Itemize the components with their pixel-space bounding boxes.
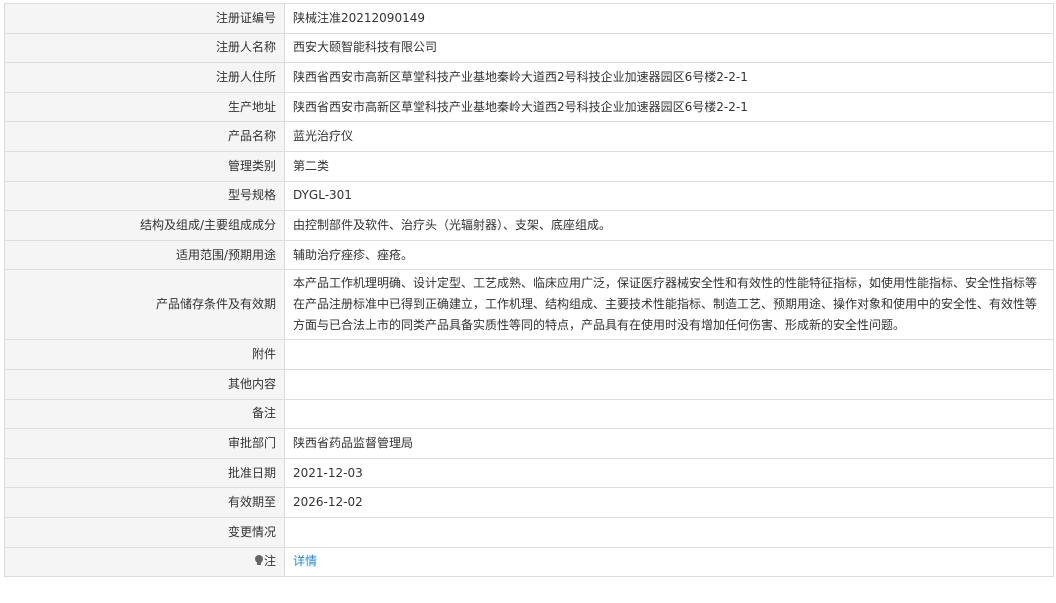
row-label: 注册人住所 xyxy=(4,62,285,93)
row-value xyxy=(284,368,1054,400)
row-value: DYGL-301 xyxy=(284,180,1054,212)
row-value: 陕械注准20212090149 xyxy=(284,3,1054,34)
row-value: 陕西省西安市高新区草堂科技产业基地秦岭大道西2号科技企业加速器园区6号楼2-2-… xyxy=(284,62,1054,93)
row-value: 详情 xyxy=(284,546,1054,578)
table-row-other-content: 其他内容 xyxy=(4,368,1054,400)
table-row-attachments: 附件 xyxy=(4,339,1054,370)
note-label: 注 xyxy=(263,554,276,569)
table-row-registrant-address: 注册人住所 陕西省西安市高新区草堂科技产业基地秦岭大道西2号科技企业加速器园区6… xyxy=(4,62,1054,93)
table-row-model-spec: 型号规格 DYGL-301 xyxy=(4,180,1054,212)
table-row-remarks: 备注 xyxy=(4,398,1054,430)
row-label: 附件 xyxy=(4,339,285,370)
row-label: 备注 xyxy=(4,398,285,430)
table-row-structure-composition: 结构及组成/主要组成成分 由控制部件及软件、治疗头（光辐射器）、支架、底座组成。 xyxy=(4,210,1054,241)
row-value xyxy=(284,516,1054,548)
row-label: 型号规格 xyxy=(4,180,285,212)
details-link[interactable]: 详情 xyxy=(293,554,317,568)
table-row-production-address: 生产地址 陕西省西安市高新区草堂科技产业基地秦岭大道西2号科技企业加速器园区6号… xyxy=(4,91,1054,123)
table-row-change-history: 变更情况 xyxy=(4,516,1054,548)
table-row-product-name: 产品名称 蓝光治疗仪 xyxy=(4,121,1054,152)
registration-detail-table: 注册证编号 陕械注准20212090149 注册人名称 西安大颐智能科技有限公司… xyxy=(4,3,1054,578)
row-label: 生产地址 xyxy=(4,91,285,123)
row-value: 西安大颐智能科技有限公司 xyxy=(284,32,1054,64)
table-row-registrant-name: 注册人名称 西安大颐智能科技有限公司 xyxy=(4,32,1054,64)
row-label: 产品名称 xyxy=(4,121,285,152)
table-row-storage-validity: 产品储存条件及有效期 本产品工作机理明确、设计定型、工艺成熟、临床应用广泛，保证… xyxy=(4,269,1054,341)
row-label: 变更情况 xyxy=(4,516,285,548)
row-value: 第二类 xyxy=(284,150,1054,182)
table-row-registration-number: 注册证编号 陕械注准20212090149 xyxy=(4,3,1054,34)
row-value: 辅助治疗痤疹、痤疮。 xyxy=(284,239,1054,271)
row-value: 由控制部件及软件、治疗头（光辐射器）、支架、底座组成。 xyxy=(284,210,1054,241)
row-label: 结构及组成/主要组成成分 xyxy=(4,210,285,241)
row-label: 注册证编号 xyxy=(4,3,285,34)
row-label: 审批部门 xyxy=(4,428,285,459)
row-label: 批准日期 xyxy=(4,457,285,489)
table-row-approval-date: 批准日期 2021-12-03 xyxy=(4,457,1054,489)
row-label: 注 xyxy=(4,546,285,578)
table-row-note: 注 详情 xyxy=(4,546,1054,578)
row-label: 产品储存条件及有效期 xyxy=(4,269,285,341)
row-value: 2026-12-02 xyxy=(284,487,1054,518)
table-row-valid-until: 有效期至 2026-12-02 xyxy=(4,487,1054,518)
row-label: 有效期至 xyxy=(4,487,285,518)
table-row-management-category: 管理类别 第二类 xyxy=(4,150,1054,182)
row-value xyxy=(284,398,1054,430)
row-value xyxy=(284,339,1054,370)
row-value: 2021-12-03 xyxy=(284,457,1054,489)
lightbulb-icon xyxy=(254,555,263,566)
table-row-intended-use: 适用范围/预期用途 辅助治疗痤疹、痤疮。 xyxy=(4,239,1054,271)
row-value: 陕西省药品监督管理局 xyxy=(284,428,1054,459)
row-value: 本产品工作机理明确、设计定型、工艺成熟、临床应用广泛，保证医疗器械安全性和有效性… xyxy=(284,269,1054,341)
row-label: 适用范围/预期用途 xyxy=(4,239,285,271)
row-value: 陕西省西安市高新区草堂科技产业基地秦岭大道西2号科技企业加速器园区6号楼2-2-… xyxy=(284,91,1054,123)
row-label: 管理类别 xyxy=(4,150,285,182)
row-value: 蓝光治疗仪 xyxy=(284,121,1054,152)
row-label: 其他内容 xyxy=(4,368,285,400)
row-label: 注册人名称 xyxy=(4,32,285,64)
table-row-approval-department: 审批部门 陕西省药品监督管理局 xyxy=(4,428,1054,459)
